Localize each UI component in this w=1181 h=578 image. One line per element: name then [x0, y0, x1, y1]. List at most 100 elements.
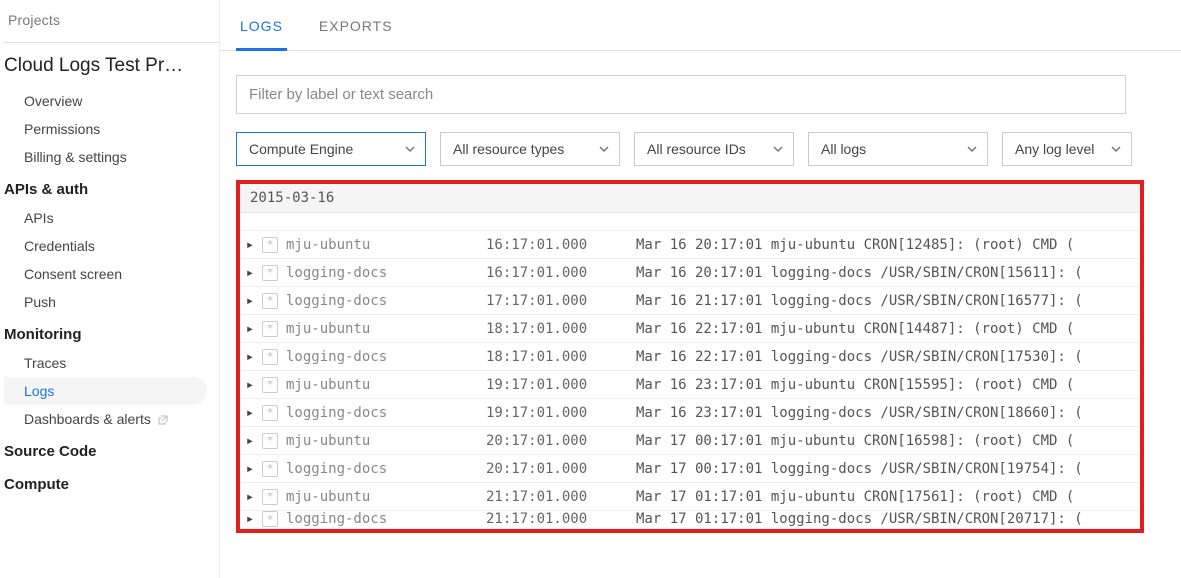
nav-item-billing-settings[interactable]: Billing & settings — [4, 143, 219, 171]
nav-item-label: Logs — [24, 383, 54, 399]
nav-item-dashboards-alerts[interactable]: Dashboards & alerts — [4, 405, 219, 433]
log-time: 16:17:01.000 — [486, 237, 636, 253]
filter-all-logs[interactable]: All logs — [808, 132, 988, 166]
tab-logs[interactable]: LOGS — [236, 12, 287, 51]
filter-all-resource-types[interactable]: All resource types — [440, 132, 620, 166]
nav-section-header: APIs & auth — [4, 171, 219, 204]
log-row[interactable]: ▸*mju-ubuntu19:17:01.000Mar 16 23:17:01 … — [240, 371, 1140, 399]
log-time: 18:17:01.000 — [486, 349, 636, 365]
log-row[interactable]: ▸*logging-docs19:17:01.000Mar 16 23:17:0… — [240, 399, 1140, 427]
log-host: logging-docs — [286, 511, 486, 527]
log-row[interactable]: ▸*logging-docs18:17:01.000Mar 16 22:17:0… — [240, 343, 1140, 371]
nav-item-label: Overview — [24, 93, 82, 109]
log-message: Mar 16 22:17:01 logging-docs /USR/SBIN/C… — [636, 349, 1140, 365]
nav-item-permissions[interactable]: Permissions — [4, 115, 219, 143]
expand-icon[interactable]: ▸ — [240, 265, 260, 281]
nav-section-header: Monitoring — [4, 316, 219, 349]
log-time: 20:17:01.000 — [486, 461, 636, 477]
severity-icon: * — [262, 349, 278, 365]
log-row[interactable]: ▸* logging-docs17:17:01.000Mar 16 21:17:0… — [240, 287, 1140, 315]
severity-icon: * — [262, 321, 278, 337]
divider — [4, 42, 219, 43]
nav-item-consent-screen[interactable]: Consent screen — [4, 260, 219, 288]
log-time: 16:17:01.000 — [486, 265, 636, 281]
log-message: Mar 16 23:17:01 logging-docs /USR/SBIN/C… — [636, 405, 1140, 421]
log-date-header: 2015-03-16 — [240, 184, 1140, 213]
log-row[interactable]: ▸*logging-docs21:17:01.000Mar 17 01:17:0… — [240, 511, 1140, 529]
log-host: mju-ubuntu — [286, 377, 486, 393]
nav-item-push[interactable]: Push — [4, 288, 219, 316]
log-time: 19:17:01.000 — [486, 405, 636, 421]
nav-item-credentials[interactable]: Credentials — [4, 232, 219, 260]
severity-icon: * — [262, 433, 278, 449]
log-time: 20:17:01.000 — [486, 433, 636, 449]
log-host: mju-ubuntu — [286, 489, 486, 505]
expand-icon[interactable]: ▸ — [240, 293, 260, 309]
nav-item-label: Dashboards & alerts — [24, 411, 151, 427]
severity-icon: * — [262, 237, 278, 253]
nav-item-label: Billing & settings — [24, 149, 127, 165]
log-row[interactable]: ▸*mju-ubuntu21:17:01.000Mar 17 01:17:01 … — [240, 483, 1140, 511]
expand-icon[interactable]: ▸ — [240, 511, 260, 527]
filter-all-resource-ids[interactable]: All resource IDs — [634, 132, 794, 166]
log-host: logging-docs — [286, 265, 486, 281]
project-title[interactable]: Cloud Logs Test Pr… — [4, 55, 219, 87]
severity-icon: * — [262, 293, 278, 309]
log-time: 17:17:01.000 — [486, 293, 636, 309]
log-host: logging-docs — [286, 293, 486, 309]
chevron-down-icon — [599, 141, 609, 157]
tab-exports[interactable]: EXPORTS — [315, 12, 397, 50]
severity-icon: * — [262, 377, 278, 393]
expand-icon[interactable]: ▸ — [240, 349, 260, 365]
breadcrumb[interactable]: Projects — [4, 12, 219, 36]
nav-item-logs[interactable]: Logs — [4, 377, 207, 405]
log-message: Mar 16 22:17:01 mju-ubuntu CRON[14487]: … — [636, 321, 1140, 337]
log-time: 21:17:01.000 — [486, 489, 636, 505]
search-box[interactable] — [236, 75, 1126, 114]
log-row[interactable]: ▸*logging-docs16:17:01.000Mar 16 20:17:0… — [240, 259, 1140, 287]
filter-label: Compute Engine — [249, 141, 353, 157]
expand-icon[interactable]: ▸ — [240, 321, 260, 337]
nav-section-header: Compute — [4, 466, 219, 499]
log-message: Mar 16 21:17:01 logging-docs /USR/SBIN/C… — [636, 293, 1140, 309]
log-time: 21:17:01.000 — [486, 511, 636, 527]
log-row[interactable]: ▸*mju-ubuntu18:17:01.000Mar 16 22:17:01 … — [240, 315, 1140, 343]
severity-icon: * — [262, 405, 278, 421]
nav-item-traces[interactable]: Traces — [4, 349, 219, 377]
expand-icon[interactable]: ▸ — [240, 489, 260, 505]
log-host: mju-ubuntu — [286, 237, 486, 253]
nav-item-overview[interactable]: Overview — [4, 87, 219, 115]
log-row[interactable]: ▸* mju-ubuntu16:17:01.000Mar 16 20:17:01 … — [240, 231, 1140, 259]
filter-compute-engine[interactable]: Compute Engine — [236, 132, 426, 166]
expand-icon[interactable]: ▸ — [240, 405, 260, 421]
expand-icon[interactable]: ▸ — [240, 377, 260, 393]
tab-bar: LOGS EXPORTS — [220, 0, 1181, 51]
log-message: Mar 17 01:17:01 mju-ubuntu CRON[17561]: … — [636, 489, 1140, 505]
filter-label: All resource IDs — [647, 141, 746, 157]
log-message: Mar 17 01:17:01 logging-docs /USR/SBIN/C… — [636, 511, 1140, 527]
log-message: Mar 16 20:17:01 logging-docs /USR/SBIN/C… — [636, 265, 1140, 281]
log-row[interactable]: ▸*logging-docs20:17:01.000Mar 17 00:17:0… — [240, 455, 1140, 483]
log-message: Mar 17 00:17:01 mju-ubuntu CRON[16598]: … — [636, 433, 1140, 449]
log-host: mju-ubuntu — [286, 321, 486, 337]
expand-icon[interactable]: ▸ — [240, 433, 260, 449]
nav-section-header: Source Code — [4, 433, 219, 466]
chevron-down-icon — [405, 141, 415, 157]
nav-item-apis[interactable]: APIs — [4, 204, 219, 232]
chevron-down-icon — [967, 141, 977, 157]
nav-item-label: APIs — [24, 210, 54, 226]
search-input[interactable] — [249, 86, 1113, 103]
expand-icon[interactable]: ▸ — [240, 237, 260, 253]
nav-item-label: Push — [24, 294, 56, 310]
main-content: LOGS EXPORTS Compute Engine All resource t… — [220, 0, 1181, 578]
log-host: mju-ubuntu — [286, 433, 486, 449]
log-message: Mar 16 23:17:01 mju-ubuntu CRON[15595]: … — [636, 377, 1140, 393]
filter-any-log-level[interactable]: Any log level — [1002, 132, 1132, 166]
nav-item-label: Credentials — [24, 238, 95, 254]
log-row[interactable]: ▸* mju-ubuntu20:17:01.000Mar 17 00:17:01 … — [240, 427, 1140, 455]
log-message: Mar 17 00:17:01 logging-docs /USR/SBIN/C… — [636, 461, 1140, 477]
log-host: logging-docs — [286, 461, 486, 477]
chevron-down-icon — [773, 141, 783, 157]
expand-icon[interactable]: ▸ — [240, 461, 260, 477]
log-message: Mar 16 20:17:01 mju-ubuntu CRON[12485]: … — [636, 237, 1140, 253]
